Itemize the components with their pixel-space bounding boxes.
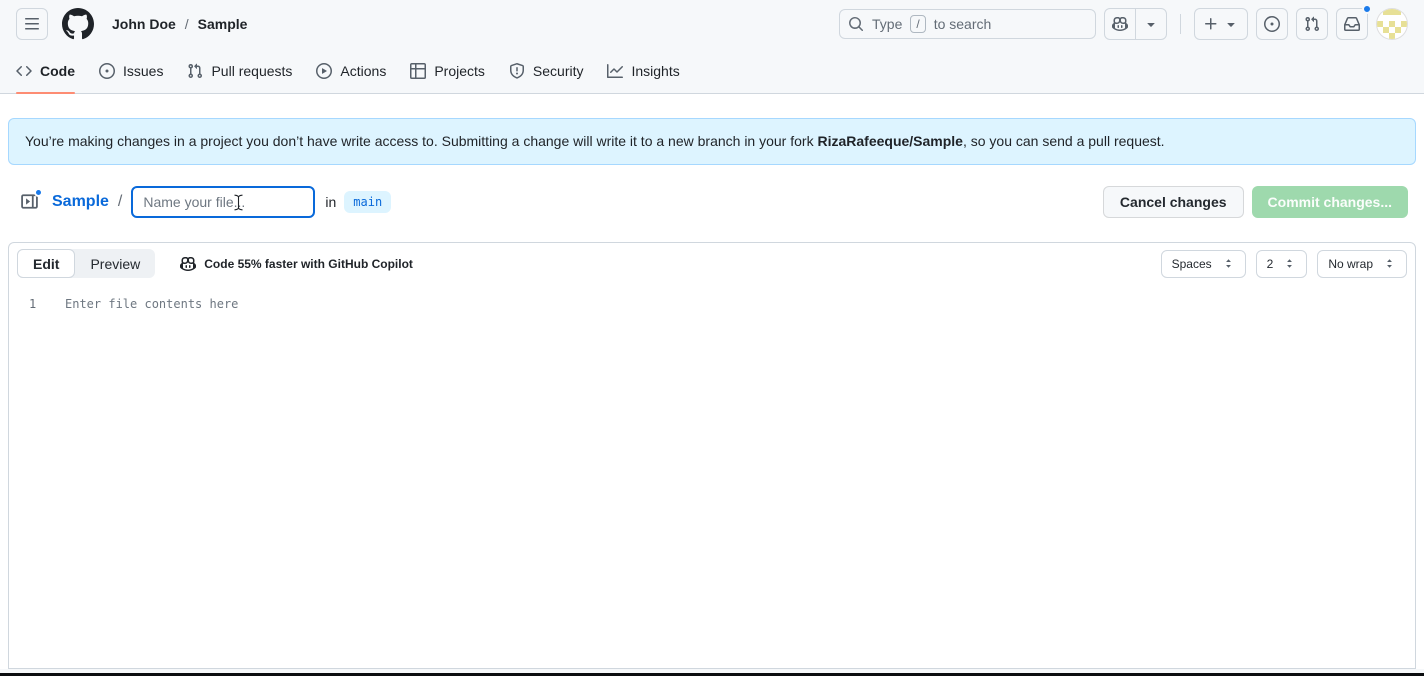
indent-size-value: 2: [1267, 257, 1274, 271]
cancel-changes-button[interactable]: Cancel changes: [1103, 186, 1244, 218]
updown-icon: [1283, 257, 1296, 270]
nav-tab-actions[interactable]: Actions: [308, 48, 394, 93]
plus-icon: [1203, 16, 1219, 32]
indent-size-select[interactable]: 2: [1256, 250, 1308, 278]
updown-icon: [1222, 257, 1235, 270]
issue-opened-icon: [1264, 16, 1280, 32]
copilot-icon: [1112, 16, 1128, 32]
filename-input[interactable]: [131, 186, 315, 218]
branch-badge[interactable]: main: [344, 191, 391, 213]
caret-down-icon: [1223, 16, 1239, 32]
copilot-menu-button[interactable]: [1135, 9, 1166, 39]
nav-tab-code[interactable]: Code: [8, 48, 83, 93]
issue-opened-icon: [99, 63, 115, 79]
notification-dot: [1362, 4, 1372, 14]
global-search-input[interactable]: Type / to search: [839, 9, 1096, 39]
path-separator: /: [118, 193, 122, 211]
indent-mode-value: Spaces: [1172, 257, 1212, 271]
repo-link[interactable]: Sample: [52, 193, 109, 211]
global-header: John Doe / Sample Type / to search: [0, 0, 1424, 94]
wrap-mode-value: No wrap: [1328, 257, 1373, 271]
file-bar: Sample / in main Cancel changes Commit c…: [8, 185, 1416, 218]
copilot-promo[interactable]: Code 55% faster with GitHub Copilot: [180, 256, 413, 272]
nav-tab-issues[interactable]: Issues: [91, 48, 171, 93]
banner-fork-name: RizaRafeeque/Sample: [817, 133, 963, 149]
line-number: 1: [9, 294, 65, 314]
editor-toolbar: Edit Preview Code 55% faster with GitHub…: [9, 243, 1415, 284]
code-editor[interactable]: 1 Enter file contents here: [9, 284, 1415, 314]
hamburger-button[interactable]: [16, 8, 48, 40]
graph-icon: [607, 63, 623, 79]
inbox-icon: [1344, 16, 1360, 32]
indent-mode-select[interactable]: Spaces: [1161, 250, 1246, 278]
in-label: in: [325, 194, 336, 210]
pull-request-icon: [1304, 16, 1320, 32]
nav-tab-label: Security: [533, 63, 584, 79]
slash-keycap: /: [910, 15, 925, 33]
nav-tab-label: Pull requests: [211, 63, 292, 79]
tab-preview[interactable]: Preview: [75, 249, 155, 278]
play-icon: [316, 63, 332, 79]
create-new-button[interactable]: [1194, 8, 1248, 40]
copilot-split-button: [1104, 8, 1167, 40]
banner-text-before: You’re making changes in a project you d…: [25, 133, 817, 149]
breadcrumb-repo[interactable]: Sample: [198, 16, 248, 32]
write-access-banner: You’re making changes in a project you d…: [8, 118, 1416, 165]
expand-file-tree-button[interactable]: [16, 189, 42, 215]
nav-tab-pull-requests[interactable]: Pull requests: [179, 48, 300, 93]
tab-edit[interactable]: Edit: [17, 249, 75, 278]
github-logo[interactable]: [62, 8, 94, 40]
nav-tab-security[interactable]: Security: [501, 48, 592, 93]
avatar[interactable]: [1376, 8, 1408, 40]
copilot-promo-label: Code 55% faster with GitHub Copilot: [204, 257, 413, 271]
nav-tab-insights[interactable]: Insights: [599, 48, 687, 93]
banner-text-after: , so you can send a pull request.: [963, 133, 1165, 149]
editor-placeholder: Enter file contents here: [65, 294, 238, 314]
header-divider: [1180, 14, 1181, 34]
issues-button[interactable]: [1256, 8, 1288, 40]
updown-icon: [1383, 257, 1396, 270]
copilot-icon: [180, 256, 196, 272]
nav-tab-label: Issues: [123, 63, 163, 79]
edit-preview-switch: Edit Preview: [17, 249, 155, 278]
pull-request-icon: [187, 63, 203, 79]
shield-icon: [509, 63, 525, 79]
breadcrumb: John Doe / Sample: [112, 16, 247, 32]
search-placeholder-prefix: Type: [872, 16, 902, 32]
nav-tab-label: Code: [40, 63, 75, 79]
breadcrumb-owner[interactable]: John Doe: [112, 16, 176, 32]
repo-nav: Code Issues Pull requests Actions Projec…: [0, 48, 1424, 93]
wrap-mode-select[interactable]: No wrap: [1317, 250, 1407, 278]
nav-tab-label: Insights: [631, 63, 679, 79]
caret-down-icon: [1143, 16, 1159, 32]
changes-dot: [34, 188, 43, 197]
nav-tab-label: Actions: [340, 63, 386, 79]
pull-requests-button[interactable]: [1296, 8, 1328, 40]
search-icon: [848, 16, 864, 32]
file-editor-panel: Edit Preview Code 55% faster with GitHub…: [8, 242, 1416, 669]
commit-changes-button[interactable]: Commit changes...: [1252, 186, 1408, 218]
copilot-button[interactable]: [1105, 9, 1135, 39]
code-icon: [16, 63, 32, 79]
search-placeholder-suffix: to search: [934, 16, 992, 32]
nav-tab-projects[interactable]: Projects: [402, 48, 493, 93]
breadcrumb-separator: /: [185, 16, 189, 32]
nav-tab-label: Projects: [434, 63, 485, 79]
table-icon: [410, 63, 426, 79]
hamburger-icon: [24, 16, 40, 32]
